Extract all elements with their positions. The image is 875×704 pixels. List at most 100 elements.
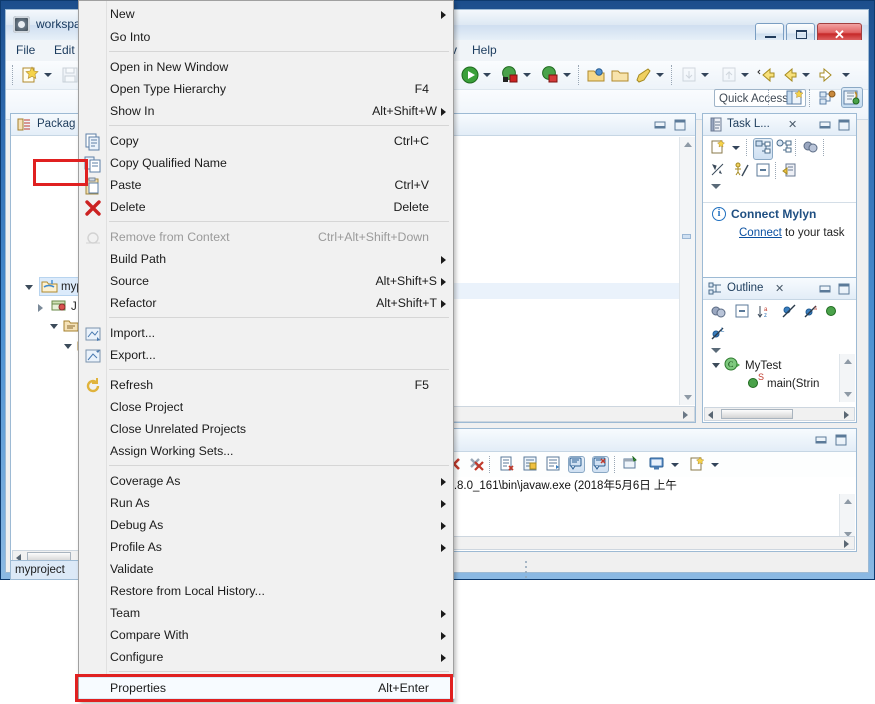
task-list-tabstrip[interactable]: Task L... ✕ xyxy=(703,114,856,136)
context-menu-item-close-project[interactable]: Close Project xyxy=(79,397,455,419)
open-console-icon[interactable] xyxy=(689,456,706,473)
context-menu-item-refactor[interactable]: Refactor Alt+Shift+T xyxy=(79,293,455,315)
context-menu-item-source[interactable]: Source Alt+Shift+S xyxy=(79,271,455,293)
context-menu-item-delete[interactable]: Delete Delete xyxy=(79,197,455,219)
categorized-presentation-icon[interactable] xyxy=(753,138,773,160)
context-menu-item-coverage-as[interactable]: Coverage As xyxy=(79,471,455,493)
status-bar-resize-handle[interactable] xyxy=(524,560,528,585)
context-menu-item-compare-with[interactable]: Compare With xyxy=(79,625,455,647)
minimize-view-icon[interactable] xyxy=(653,118,667,132)
context-menu-item-refresh[interactable]: Refresh F5 xyxy=(79,375,455,397)
open-type-icon[interactable] xyxy=(586,66,606,84)
tree-item-jre[interactable]: J xyxy=(71,301,77,313)
coverage-icon[interactable] xyxy=(541,66,561,84)
tree-twisty-project[interactable] xyxy=(25,285,33,290)
context-menu-item-build-path[interactable]: Build Path xyxy=(79,249,455,271)
overview-ruler-mark[interactable] xyxy=(682,234,691,239)
forward-dropdown-icon[interactable] xyxy=(842,73,850,77)
pin-console-icon[interactable] xyxy=(623,455,640,473)
synchronize-icon[interactable] xyxy=(710,162,726,181)
context-menu-item-copy[interactable]: Copy Ctrl+C xyxy=(79,131,455,153)
editor-vscrollbar[interactable] xyxy=(679,137,695,405)
menu-edit[interactable]: Edit xyxy=(54,43,75,57)
hscroll-thumb[interactable] xyxy=(721,409,793,419)
collapse-all-icon[interactable] xyxy=(755,162,771,181)
collapse-all-icon[interactable] xyxy=(734,304,750,322)
close-icon[interactable]: ✕ xyxy=(775,282,784,295)
context-menu-item-copy-qualified-name[interactable]: Copy Qualified Name xyxy=(79,153,455,175)
context-menu-item-team[interactable]: Team xyxy=(79,603,455,625)
scroll-right-arrow[interactable] xyxy=(683,411,688,419)
clear-console-icon[interactable] xyxy=(499,456,516,473)
last-edit-jump-icon[interactable] xyxy=(756,66,776,84)
context-menu-item-go-into[interactable]: Go Into xyxy=(79,27,455,49)
context-menu-item-run-as[interactable]: Run As xyxy=(79,493,455,515)
last-edit-dropdown-icon[interactable] xyxy=(656,73,664,77)
context-menu-item-validate[interactable]: Validate xyxy=(79,559,455,581)
minimize-view-icon[interactable] xyxy=(818,282,832,296)
context-menu-item-properties[interactable]: Properties Alt+Enter xyxy=(79,677,455,699)
package-explorer-tabstrip[interactable]: Packag xyxy=(11,114,81,136)
close-icon[interactable]: ✕ xyxy=(788,118,797,131)
maximize-view-icon[interactable] xyxy=(837,282,851,296)
outline-twisty-class[interactable] xyxy=(712,363,720,368)
restore-tasks-icon[interactable] xyxy=(782,162,798,181)
scroll-up-arrow[interactable] xyxy=(844,499,852,504)
context-menu-item-export[interactable]: Export... xyxy=(79,345,455,367)
show-console-on-error-icon[interactable] xyxy=(592,456,609,473)
context-menu-item-profile-as[interactable]: Profile As xyxy=(79,537,455,559)
outline-item-method[interactable]: main(Strin xyxy=(767,378,819,390)
display-selected-console-icon[interactable] xyxy=(649,456,666,473)
open-perspective-button[interactable] xyxy=(784,87,806,108)
scheduled-presentation-icon[interactable] xyxy=(776,139,792,157)
menu-file[interactable]: File xyxy=(16,43,35,57)
tree-twisty-src[interactable] xyxy=(50,324,58,329)
open-console-dropdown-icon[interactable] xyxy=(711,463,719,467)
hide-static-icon[interactable]: s xyxy=(803,304,819,322)
focus-on-workweek-icon[interactable] xyxy=(802,139,818,157)
display-selected-console-dropdown-icon[interactable] xyxy=(671,463,679,467)
back-icon[interactable] xyxy=(779,66,799,84)
last-edit-location-icon[interactable] xyxy=(634,66,654,84)
hide-local-types-icon[interactable]: L xyxy=(710,326,726,344)
java-perspective-button[interactable] xyxy=(841,87,863,108)
context-menu-item-restore-from-local-history[interactable]: Restore from Local History... xyxy=(79,581,455,603)
hide-fields-icon[interactable] xyxy=(781,304,797,322)
hide-non-public-icon[interactable] xyxy=(826,306,836,316)
new-wizard-icon[interactable] xyxy=(20,66,40,84)
sort-icon[interactable]: az xyxy=(757,304,773,322)
tree-twisty-jre[interactable] xyxy=(38,304,43,312)
scroll-up-arrow[interactable] xyxy=(844,359,852,364)
context-menu-item-close-unrelated-projects[interactable]: Close Unrelated Projects xyxy=(79,419,455,441)
scroll-left-arrow[interactable] xyxy=(708,411,713,419)
maximize-view-icon[interactable] xyxy=(837,118,851,132)
coverage-dropdown-icon[interactable] xyxy=(563,73,571,77)
context-menu-item-configure[interactable]: Configure xyxy=(79,647,455,669)
open-task-icon[interactable] xyxy=(610,66,630,84)
scroll-lock-icon[interactable] xyxy=(522,456,539,473)
back-dropdown-icon[interactable] xyxy=(802,73,810,77)
view-menu-icon[interactable] xyxy=(711,348,721,353)
connect-link[interactable]: Connect xyxy=(739,227,782,239)
new-task-icon[interactable] xyxy=(710,139,726,158)
context-menu-item-import[interactable]: Import... xyxy=(79,323,455,345)
context-menu-item-show-in[interactable]: Show In Alt+Shift+W xyxy=(79,101,455,123)
outline-tabstrip[interactable]: Outline ✕ xyxy=(703,278,856,300)
next-annotation-dropdown-icon[interactable] xyxy=(701,73,709,77)
scroll-up-arrow[interactable] xyxy=(684,142,692,147)
forward-icon[interactable] xyxy=(818,66,838,84)
context-menu-item-open-type-hierarchy[interactable]: Open Type Hierarchy F4 xyxy=(79,79,455,101)
new-task-dropdown-icon[interactable] xyxy=(732,146,740,150)
outline-item-class[interactable]: MyTest xyxy=(745,360,781,372)
minimize-view-icon[interactable] xyxy=(818,118,832,132)
maximize-view-icon[interactable] xyxy=(673,118,687,132)
scroll-down-arrow[interactable] xyxy=(684,395,692,400)
scroll-down-arrow[interactable] xyxy=(844,392,852,397)
debug-icon[interactable] xyxy=(501,66,521,84)
run-icon[interactable] xyxy=(461,66,481,84)
debug-dropdown-icon[interactable] xyxy=(523,73,531,77)
tree-twisty-package[interactable] xyxy=(64,344,72,349)
maximize-view-icon[interactable] xyxy=(834,433,848,447)
context-menu-item-paste[interactable]: Paste Ctrl+V xyxy=(79,175,455,197)
context-menu-item-assign-working-sets[interactable]: Assign Working Sets... xyxy=(79,441,455,463)
